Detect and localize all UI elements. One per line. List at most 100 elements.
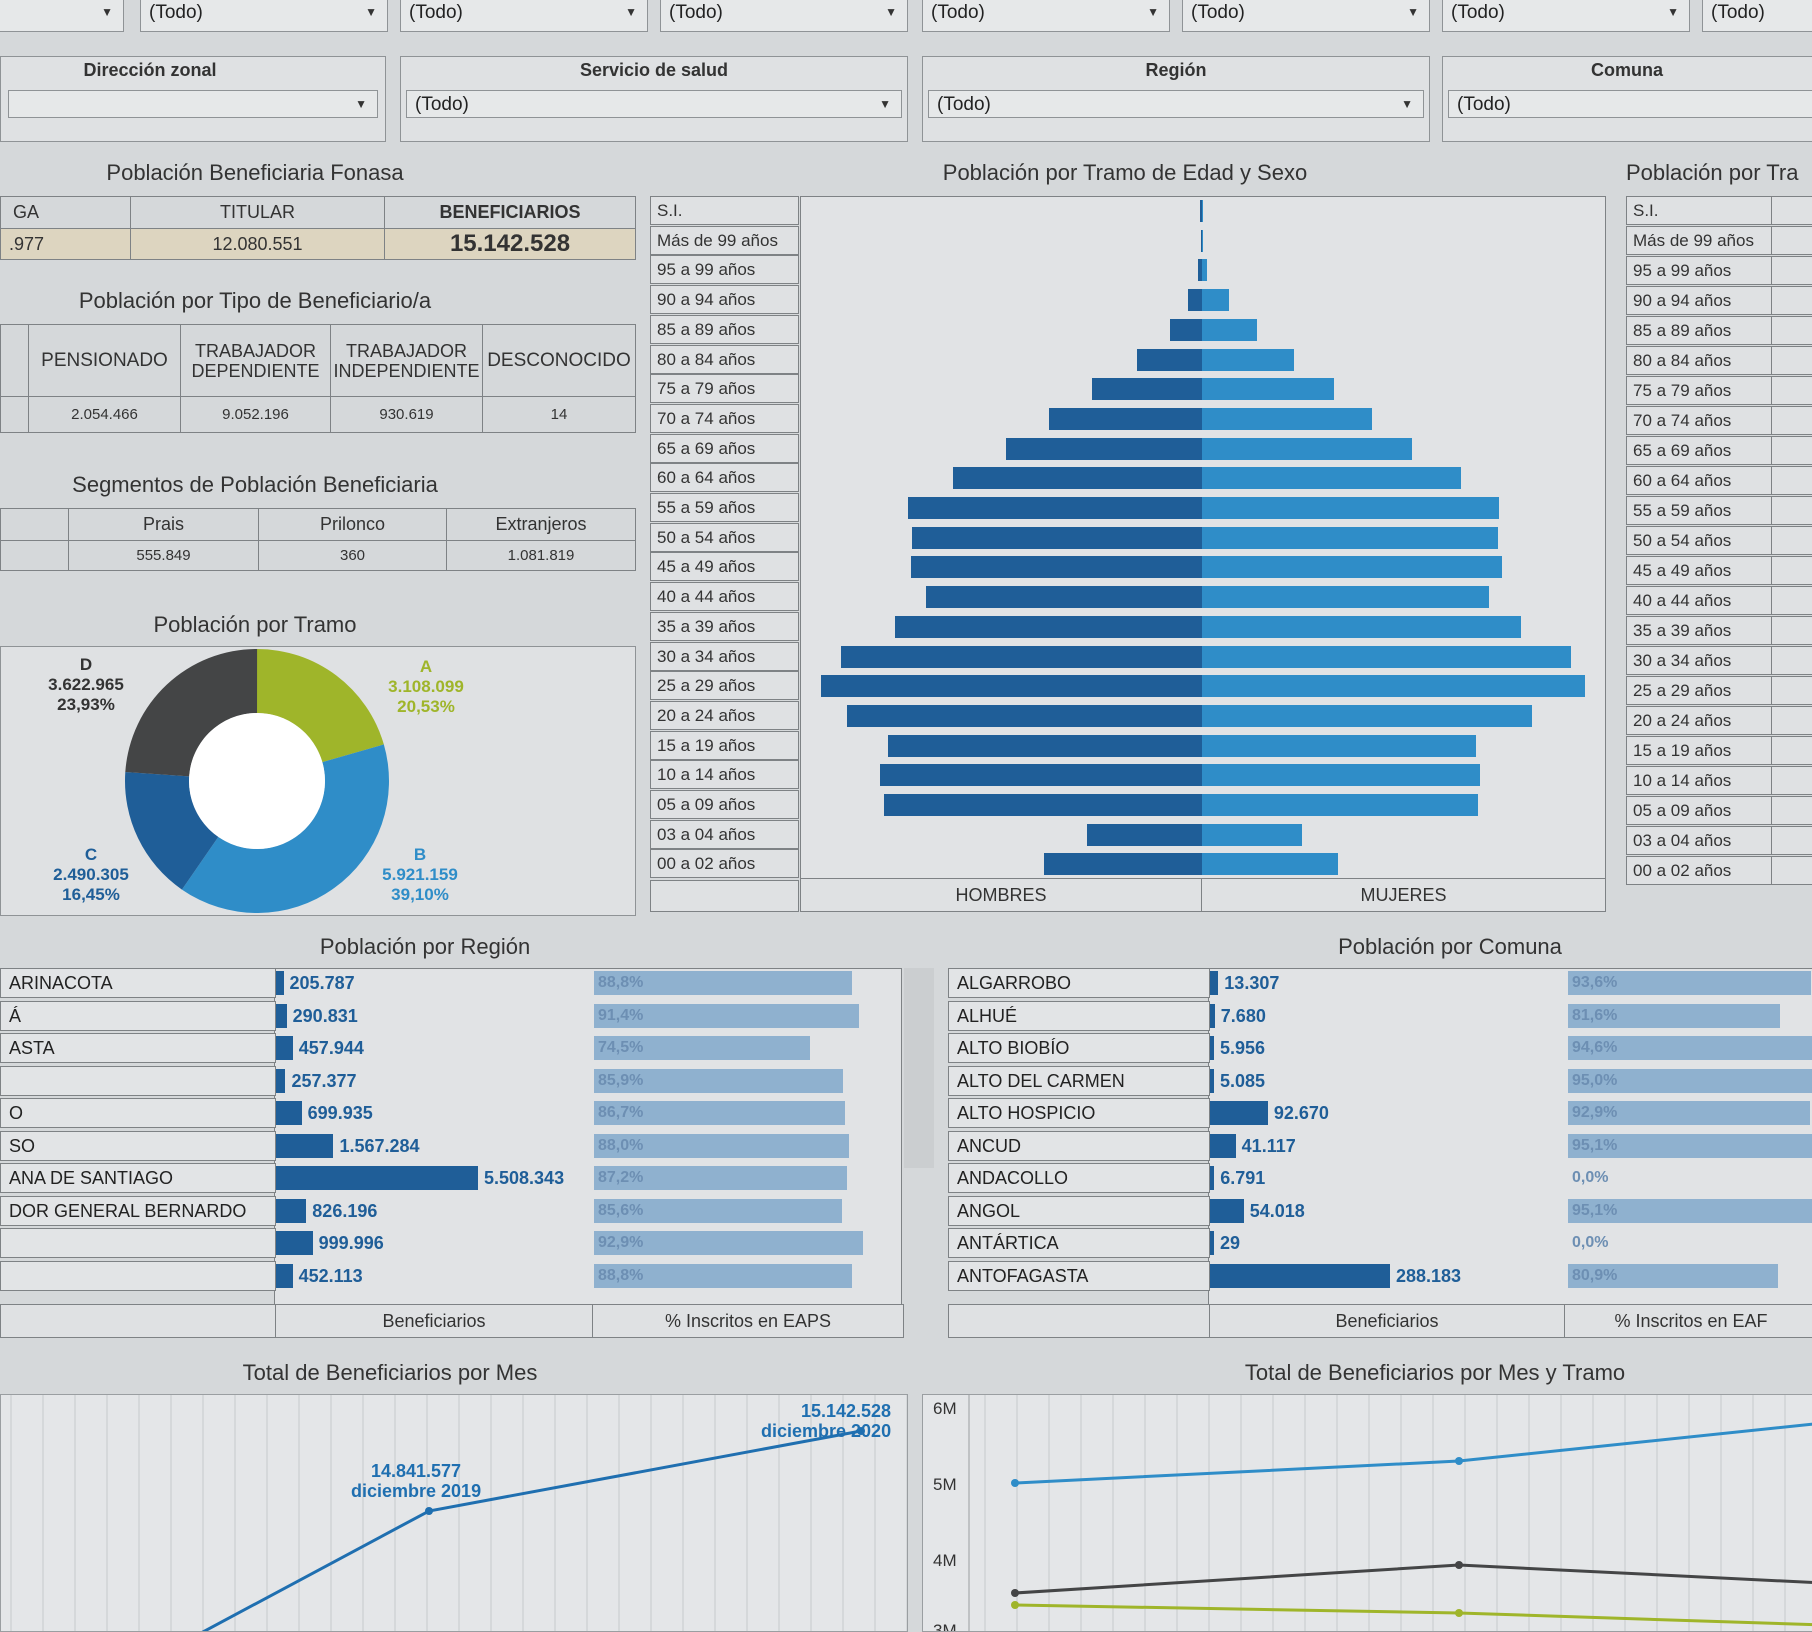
pyramid-bar-mujeres[interactable] — [1202, 794, 1478, 816]
pyramid-bar-mujeres[interactable] — [1202, 348, 1294, 371]
comuna-select[interactable]: (Todo) — [1448, 90, 1812, 118]
direccion-zonal-select[interactable]: ▼ — [8, 90, 378, 118]
pyramid-bar-hombres[interactable] — [1049, 407, 1202, 430]
region-select[interactable]: (Todo) ▼ — [928, 90, 1424, 118]
pyramid-bar-hombres[interactable] — [1092, 378, 1202, 401]
pyramid-bar-mujeres[interactable] — [1202, 556, 1502, 579]
line-point[interactable] — [1011, 1479, 1019, 1487]
line-point[interactable] — [1011, 1601, 1019, 1609]
top-filter-select[interactable]: (Todo) ▼ — [1442, 0, 1690, 32]
pyramid-bar-mujeres[interactable] — [1202, 704, 1532, 727]
beneficiarios-line[interactable] — [201, 1429, 862, 1632]
pyramid-bar-hombres[interactable] — [880, 764, 1202, 787]
line-point[interactable] — [1011, 1589, 1019, 1597]
pyramid-bar-mujeres[interactable] — [1202, 467, 1461, 490]
pyramid-bar-mujeres[interactable] — [1202, 734, 1476, 757]
pyramid-bar-hombres[interactable] — [888, 734, 1202, 757]
pyramid-bar-hombres[interactable] — [1170, 318, 1202, 341]
pyramid-bar-mujeres[interactable] — [1202, 318, 1257, 341]
pyramid-bar-hombres[interactable] — [911, 556, 1202, 579]
row-label[interactable]: ANCUD — [948, 1130, 1210, 1161]
beneficiarios-bar[interactable] — [1210, 1263, 1390, 1288]
pyramid-bar-hombres[interactable] — [1188, 289, 1202, 312]
top-filter-select[interactable]: (Todo) ▼ — [140, 0, 388, 32]
line-point[interactable] — [1455, 1561, 1463, 1569]
pyramid-bar-mujeres[interactable] — [1202, 437, 1412, 460]
row-label[interactable]: ALGARROBO — [948, 968, 1210, 998]
row-label[interactable]: ALTO HOSPICIO — [948, 1098, 1210, 1128]
line-tramo-b[interactable] — [1014, 1422, 1812, 1485]
row-label[interactable] — [0, 1228, 276, 1258]
pyramid-bar-hombres[interactable] — [847, 704, 1202, 727]
top-filter-select[interactable]: (Todo) ▼ — [1182, 0, 1430, 32]
beneficiarios-bar[interactable] — [1210, 1231, 1214, 1255]
pyramid-bar-hombres[interactable] — [908, 497, 1202, 519]
row-label[interactable]: DOR GENERAL BERNARDO — [0, 1195, 276, 1226]
beneficiarios-bar[interactable] — [276, 1133, 334, 1158]
line-tramo-a[interactable] — [1014, 1603, 1812, 1627]
row-label[interactable] — [0, 1065, 276, 1096]
row-label[interactable]: ARINACOTA — [0, 968, 276, 998]
beneficiarios-bar[interactable] — [276, 1166, 478, 1190]
line-tramo-d[interactable] — [1014, 1563, 1812, 1595]
row-label[interactable]: O — [0, 1098, 276, 1128]
pyramid-bar-mujeres[interactable] — [1202, 289, 1229, 312]
top-filter-select[interactable]: (Todo) — [1702, 0, 1812, 32]
pyramid-bar-hombres[interactable] — [884, 794, 1202, 816]
pyramid-bar-hombres[interactable] — [1044, 853, 1202, 876]
beneficiarios-bar[interactable] — [1210, 1036, 1214, 1060]
pyramid-bar-mujeres[interactable] — [1202, 823, 1302, 846]
pyramid-bar-mujeres[interactable] — [1202, 853, 1338, 876]
beneficiarios-bar[interactable] — [276, 1036, 293, 1060]
row-label[interactable]: ALHUÉ — [948, 1000, 1210, 1031]
row-label[interactable]: ANA DE SANTIAGO — [0, 1163, 276, 1193]
pyramid-bar-mujeres[interactable] — [1202, 675, 1585, 698]
beneficiarios-bar[interactable] — [276, 1231, 313, 1255]
pyramid-bar-hombres[interactable] — [926, 586, 1202, 609]
pyramid-bar-mujeres[interactable] — [1202, 764, 1480, 787]
pyramid-bar-hombres[interactable] — [1006, 437, 1202, 460]
beneficiarios-bar[interactable] — [276, 1263, 293, 1288]
beneficiarios-bar[interactable] — [1210, 1198, 1244, 1223]
top-filter-select[interactable]: (Todo) ▼ — [922, 0, 1170, 32]
beneficiarios-bar[interactable] — [1210, 971, 1219, 995]
beneficiarios-bar[interactable] — [1210, 1068, 1214, 1093]
row-label[interactable]: Á — [0, 1000, 276, 1031]
servicio-salud-select[interactable]: (Todo) ▼ — [406, 90, 902, 118]
pyramid-bar-hombres[interactable] — [912, 526, 1202, 549]
beneficiarios-bar[interactable] — [276, 1198, 307, 1223]
top-filter-select[interactable]: 0▼ — [0, 0, 124, 32]
line-point[interactable] — [425, 1507, 433, 1515]
pyramid-bar-mujeres[interactable] — [1202, 259, 1207, 282]
pyramid-bar-hombres[interactable] — [821, 675, 1202, 698]
beneficiarios-bar[interactable] — [276, 1003, 287, 1028]
pyramid-bar-mujeres[interactable] — [1202, 615, 1521, 638]
pyramid-bar-hombres[interactable] — [1087, 823, 1202, 846]
region-scrollbar[interactable] — [904, 968, 934, 1168]
pyramid-bar-hombres[interactable] — [1137, 348, 1202, 371]
line-point[interactable] — [1455, 1457, 1463, 1465]
row-label[interactable]: ALTO DEL CARMEN — [948, 1065, 1210, 1096]
pyramid-bar-mujeres[interactable] — [1202, 229, 1203, 252]
row-label[interactable]: SO — [0, 1130, 276, 1161]
row-label[interactable]: ANDACOLLO — [948, 1163, 1210, 1193]
beneficiarios-bar[interactable] — [276, 971, 284, 995]
row-label[interactable]: ASTA — [0, 1033, 276, 1063]
row-label[interactable]: ANGOL — [948, 1195, 1210, 1226]
pyramid-bar-hombres[interactable] — [841, 645, 1202, 668]
pyramid-bar-mujeres[interactable] — [1202, 645, 1571, 668]
pyramid-bar-mujeres[interactable] — [1202, 526, 1498, 549]
pyramid-bar-hombres[interactable] — [895, 615, 1202, 638]
line-point[interactable] — [1455, 1609, 1463, 1617]
pyramid-bar-mujeres[interactable] — [1202, 200, 1203, 222]
top-filter-select[interactable]: (Todo) ▼ — [400, 0, 648, 32]
pyramid-bar-mujeres[interactable] — [1202, 378, 1334, 401]
beneficiarios-bar[interactable] — [1210, 1166, 1215, 1190]
pyramid-bar-hombres[interactable] — [953, 467, 1202, 490]
top-filter-select[interactable]: (Todo) ▼ — [660, 0, 908, 32]
row-label[interactable]: ANTÁRTICA — [948, 1228, 1210, 1258]
row-label[interactable]: ALTO BIOBÍO — [948, 1033, 1210, 1063]
beneficiarios-bar[interactable] — [276, 1068, 286, 1093]
beneficiarios-bar[interactable] — [1210, 1101, 1268, 1125]
row-label[interactable] — [0, 1260, 276, 1291]
